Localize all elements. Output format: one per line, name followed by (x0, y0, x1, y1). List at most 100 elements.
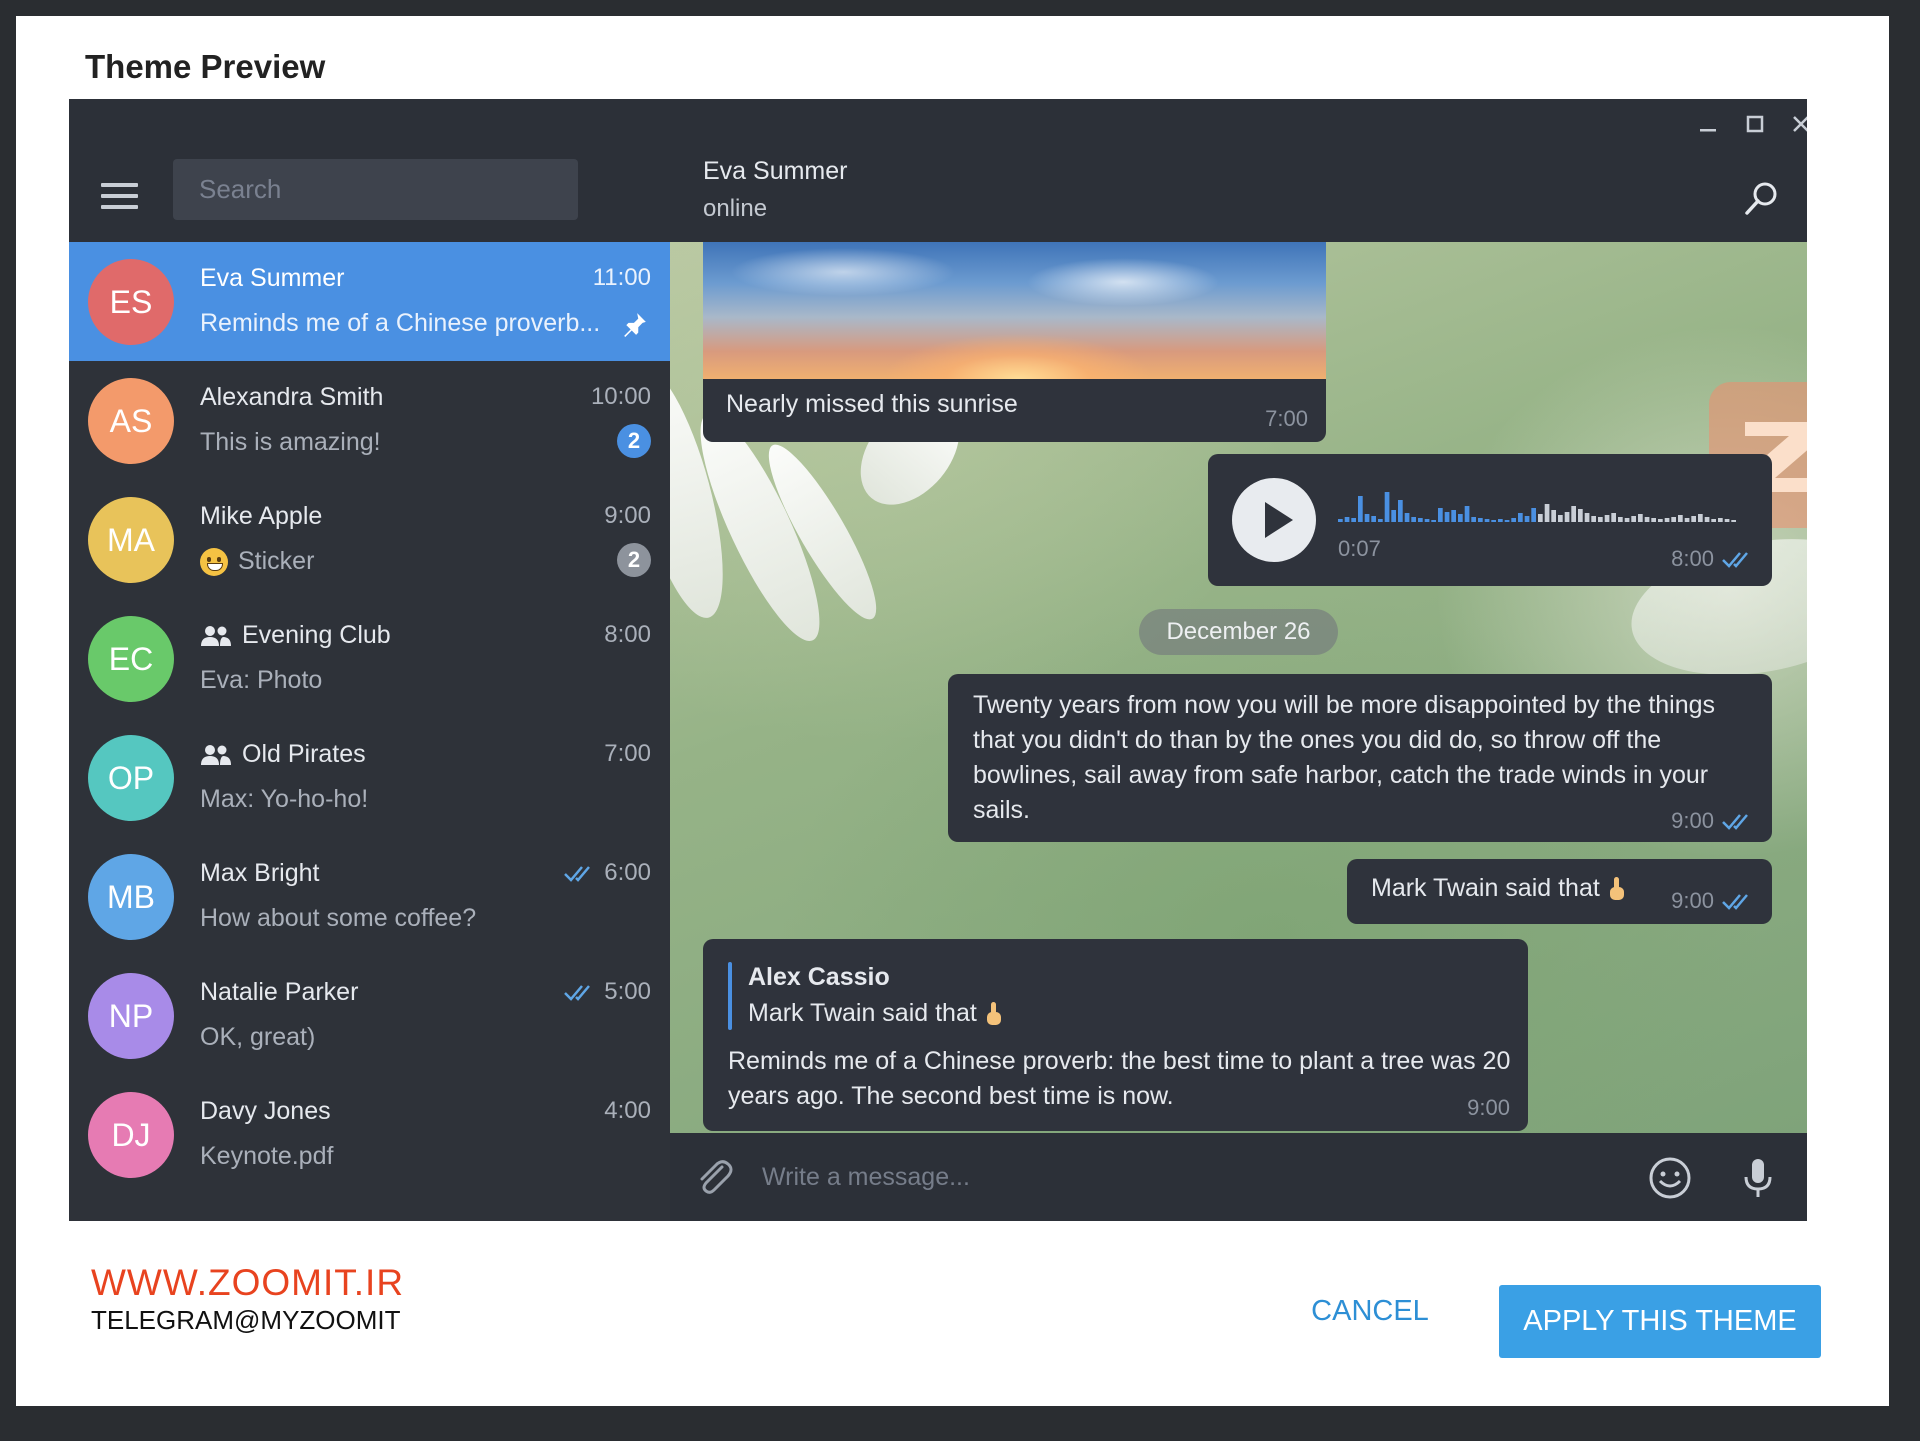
waveform-bar (1344, 517, 1350, 522)
waveform-bar (1598, 517, 1603, 522)
chat-name: Max Bright (200, 859, 319, 888)
chat-preview: Max: Yo-ho-ho! (200, 785, 368, 814)
avatar: ES (88, 259, 174, 345)
waveform-bar (1338, 519, 1343, 522)
message-text: Twenty years from now you will be more d… (973, 691, 1716, 824)
message-time-text: 9:00 (1467, 1095, 1510, 1120)
message-time-text: 9:00 (1671, 888, 1714, 913)
maximize-icon[interactable] (1740, 109, 1770, 139)
message-time-text: 9:00 (1671, 808, 1714, 833)
date-separator: December 26 (1139, 609, 1338, 655)
chat-preview-text: Reminds me of a Chinese proverb... (200, 309, 601, 337)
chat-name: Davy Jones (200, 1097, 331, 1126)
chat-time-text: 8:00 (604, 621, 651, 648)
waveform-bar (1404, 513, 1410, 522)
play-icon[interactable] (1232, 478, 1316, 562)
waveform-bar (1464, 506, 1470, 522)
message-time: 9:00 (1671, 808, 1754, 834)
chat-item-mike-apple[interactable]: MA Mike Apple 9:00 Sticker 2 (69, 480, 670, 599)
chat-name: Old Pirates (200, 740, 366, 769)
photo-message[interactable]: Nearly missed this sunrise 7:00 (703, 242, 1326, 442)
chat-time: 8:00 (604, 621, 651, 649)
chat-time-text: 10:00 (590, 383, 651, 410)
waveform-bar (1584, 513, 1590, 522)
chat-time-text: 7:00 (604, 740, 651, 767)
chat-item-max-bright[interactable]: MB Max Bright 6:00 How about some coffee… (69, 837, 670, 956)
message-input[interactable] (762, 1151, 1562, 1203)
waveform-bar (1664, 518, 1670, 522)
chat-item-natalie-parker[interactable]: NP Natalie Parker 5:00 OK, great) (69, 956, 670, 1075)
chat-preview-text: How about some coffee? (200, 904, 477, 932)
chat-time-text: 11:00 (592, 264, 651, 291)
waveform-bar (1431, 520, 1436, 522)
waveform-bar (1358, 496, 1363, 522)
chat-name-text: Evening Club (242, 621, 391, 649)
chat-item-evening-club[interactable]: EC Evening Club 8:00 Eva: Photo (69, 599, 670, 718)
conversation-header: Eva Summer online (670, 99, 1807, 242)
hamburger-menu-icon[interactable] (101, 183, 138, 209)
chat-time-text: 4:00 (604, 1097, 651, 1124)
brand-telegram: TELEGRAM@MYZOOMIT (91, 1305, 401, 1335)
chat-name: Mike Apple (200, 502, 322, 531)
minimize-icon[interactable] (1693, 109, 1723, 139)
waveform-bar (1731, 520, 1736, 522)
preview-window: ES Eva Summer 11:00 Reminds me of a Chin… (69, 99, 1807, 1221)
chat-preview: This is amazing! (200, 428, 381, 457)
waveform-bar (1351, 518, 1356, 522)
unread-badge: 2 (617, 424, 651, 458)
waveform-bar (1678, 515, 1683, 522)
chat-preview-text: This is amazing! (200, 428, 381, 456)
voice-duration: 0:07 (1338, 536, 1381, 561)
voice-message[interactable]: 0:07 8:00 (1208, 454, 1772, 586)
search-input[interactable] (173, 159, 578, 220)
waveform-bar (1658, 519, 1663, 522)
apply-theme-button[interactable]: APPLY THIS THEME (1499, 1285, 1821, 1358)
emoji-icon[interactable] (1647, 1155, 1693, 1201)
waveform-bar (1611, 513, 1616, 522)
waveform-bar (1551, 510, 1556, 522)
waveform-bar (1524, 516, 1530, 522)
chat-preview: How about some coffee? (200, 904, 476, 933)
chat-name: Natalie Parker (200, 978, 358, 1007)
waveform-bar (1378, 519, 1383, 522)
chat-time: 4:00 (604, 1097, 651, 1125)
waveform-bar (1724, 519, 1730, 522)
chat-item-eva-summer[interactable]: ES Eva Summer 11:00 Reminds me of a Chin… (69, 242, 670, 361)
waveform-bar (1424, 519, 1430, 522)
chat-name: Alexandra Smith (200, 383, 383, 412)
reply-quote[interactable]: Mark Twain said that (748, 999, 1003, 1028)
chat-time: 5:00 (564, 978, 651, 1006)
peer-name[interactable]: Eva Summer (703, 157, 847, 186)
reply-author[interactable]: Alex Cassio (748, 963, 890, 992)
waveform-bar (1564, 512, 1570, 522)
avatar: OP (88, 735, 174, 821)
search-icon[interactable] (1742, 179, 1782, 219)
waveform-bar (1558, 515, 1563, 522)
chat-time-text: 5:00 (604, 978, 651, 1005)
microphone-icon[interactable] (1735, 1155, 1781, 1201)
cancel-button[interactable]: CANCEL (1295, 1282, 1445, 1340)
voice-waveform[interactable] (1338, 482, 1738, 522)
attach-icon[interactable] (692, 1155, 738, 1201)
pin-icon (624, 313, 646, 337)
reply-message[interactable]: Alex Cassio Mark Twain said that Reminds… (703, 939, 1528, 1131)
chat-preview: Sticker (200, 547, 314, 576)
chat-list-header (69, 99, 670, 242)
text-message[interactable]: Mark Twain said that 9:00 (1347, 859, 1772, 924)
waveform-bar (1571, 506, 1576, 522)
message-time-text: 7:00 (1265, 406, 1308, 431)
chat-item-davy-jones[interactable]: DJ Davy Jones 4:00 Keynote.pdf (69, 1075, 670, 1194)
chat-name-text: Alexandra Smith (200, 383, 384, 411)
chat-preview-text: OK, great) (200, 1023, 316, 1051)
text-message[interactable]: Twenty years from now you will be more d… (948, 674, 1772, 842)
chat-item-old-pirates[interactable]: OP Old Pirates 7:00 Max: Yo-ho-ho! (69, 718, 670, 837)
chat-name-text: Davy Jones (200, 1097, 331, 1125)
double-check-icon (564, 866, 591, 882)
chat-item-alexandra-smith[interactable]: AS Alexandra Smith 10:00 This is amazing… (69, 361, 670, 480)
close-icon[interactable] (1786, 109, 1807, 139)
chat-time: 7:00 (604, 740, 651, 768)
chat-name-text: Mike Apple (200, 502, 323, 530)
waveform-bar (1364, 514, 1370, 522)
waveform-bar (1491, 520, 1496, 522)
sunrise-photo[interactable] (703, 242, 1326, 379)
